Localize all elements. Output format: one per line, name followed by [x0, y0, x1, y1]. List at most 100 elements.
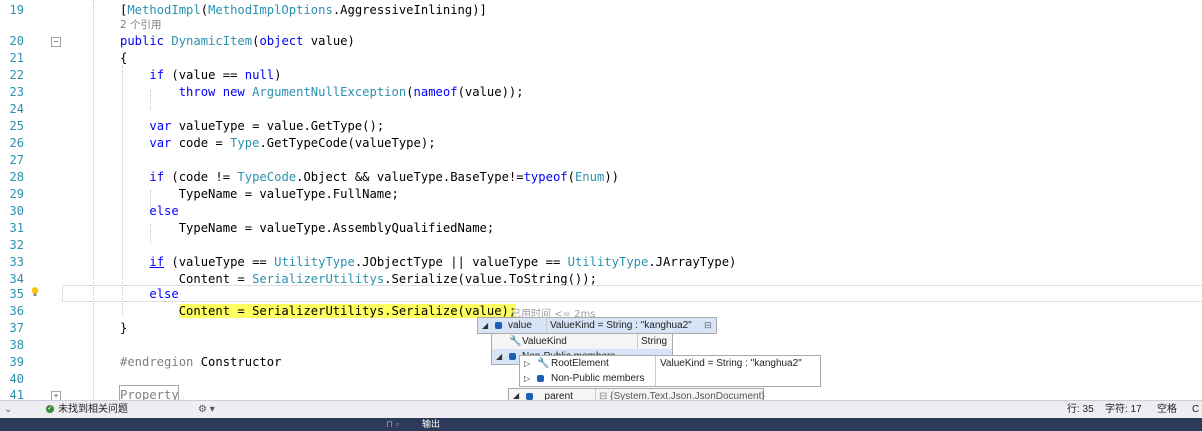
- code-line[interactable]: 20 − public DynamicItem(object value): [0, 33, 1202, 50]
- line-number: 24: [9, 102, 24, 116]
- code-text: if (value == null): [149, 68, 282, 82]
- code-editor[interactable]: 19 [MethodImpl(MethodImplOptions.Aggress…: [0, 0, 1202, 400]
- collapse-arrow-icon[interactable]: ◢: [482, 318, 488, 333]
- code-text: Content = SerializerUtilitys.Serialize(v…: [120, 303, 517, 320]
- datatip-value-text[interactable]: ⊟ {System.Text.Json.JsonDocument}: [599, 389, 765, 400]
- datatip-parent[interactable]: ◢ _parent ⊟ {System.Text.Json.JsonDocume…: [508, 388, 765, 400]
- datatip-name: Non-Public members: [551, 373, 645, 384]
- tool-window-tabs: ⊓ ▫ 输出: [0, 418, 1202, 431]
- codelens-references[interactable]: 2 个引用: [120, 19, 162, 32]
- char-indicator[interactable]: 字符: 17: [1105, 401, 1142, 418]
- code-line-current[interactable]: 35 else: [0, 286, 1202, 303]
- line-ending-indicator[interactable]: C: [1192, 401, 1199, 418]
- line-number: 28: [9, 170, 24, 184]
- issues-indicator[interactable]: ✓ 未找到相关问题: [46, 401, 128, 418]
- issues-text: 未找到相关问题: [58, 404, 128, 415]
- datatip-row-value[interactable]: ◢ value ValueKind = String : "kanghua2" …: [478, 318, 716, 333]
- property-icon: 🔧: [537, 358, 550, 369]
- codelens-line[interactable]: 2 个引用: [0, 19, 1202, 32]
- code-line[interactable]: 28 if (code != TypeCode.Object && valueT…: [0, 169, 1202, 186]
- line-indicator[interactable]: 行: 35: [1067, 401, 1094, 418]
- zoom-dropdown-icon[interactable]: ⌄: [4, 401, 12, 418]
- code-text: }: [120, 321, 128, 335]
- datatip-name: RootElement: [551, 358, 609, 369]
- expand-icon[interactable]: +: [51, 391, 61, 400]
- line-number: 37: [9, 321, 24, 335]
- whitespace-indicator[interactable]: 空格: [1157, 401, 1177, 418]
- line-number: 29: [9, 187, 24, 201]
- lightbulb-icon[interactable]: [31, 287, 39, 297]
- code-text: var code = Type.GetTypeCode(valueType);: [149, 136, 436, 150]
- line-number: 32: [9, 238, 24, 252]
- code-line[interactable]: 32: [0, 237, 1202, 254]
- code-line[interactable]: 33 if (valueType == UtilityType.JObjectT…: [0, 254, 1202, 271]
- field-icon: [495, 321, 502, 329]
- datatip-value-text[interactable]: ValueKind = String : "kanghua2": [550, 318, 692, 333]
- code-line[interactable]: 26 var code = Type.GetTypeCode(valueType…: [0, 135, 1202, 152]
- line-number: 26: [9, 136, 24, 150]
- line-number: 30: [9, 204, 24, 218]
- code-text: var valueType = value.GetType();: [149, 119, 385, 133]
- status-bar: ⌄ ✓ 未找到相关问题 ⚙ ▾ 行: 35 字符: 17 空格 C: [0, 400, 1202, 418]
- line-number: 20: [9, 34, 24, 48]
- current-statement-highlight: Content = SerializerUtilitys.Serialize(v…: [178, 304, 517, 318]
- code-text: if (code != TypeCode.Object && valueType…: [149, 170, 620, 184]
- code-line[interactable]: 30 else: [0, 203, 1202, 220]
- collapse-arrow-icon[interactable]: ◢: [513, 389, 519, 400]
- line-number: 25: [9, 119, 24, 133]
- line-number: 31: [9, 221, 24, 235]
- line-number: 27: [9, 153, 24, 167]
- datatip-value[interactable]: ◢ value ValueKind = String : "kanghua2" …: [477, 317, 717, 334]
- code-line[interactable]: 24: [0, 101, 1202, 118]
- line-number: 39: [9, 355, 24, 369]
- field-icon: [537, 374, 544, 382]
- collapse-icon[interactable]: −: [51, 37, 61, 47]
- datatip-nested[interactable]: ▷ 🔧 RootElement ValueKind = String : "ka…: [519, 355, 821, 387]
- datatip-row-parent[interactable]: ◢ _parent ⊟ {System.Text.Json.JsonDocume…: [509, 389, 765, 400]
- datatip-value-text[interactable]: String: [641, 334, 667, 349]
- code-text: public DynamicItem(object value): [120, 34, 355, 48]
- datatip-row-nonpublic-nested[interactable]: ▷ Non-Public members: [520, 371, 820, 386]
- line-number: 21: [9, 51, 24, 65]
- code-line[interactable]: 29 TypeName = valueType.FullName;: [0, 186, 1202, 203]
- collapse-arrow-icon[interactable]: ◢: [496, 349, 502, 364]
- line-number: 33: [9, 255, 24, 269]
- code-text: else: [149, 204, 179, 218]
- line-number: 22: [9, 68, 24, 82]
- datatip-name: ValueKind: [522, 336, 567, 347]
- code-text: TypeName = valueType.FullName;: [120, 187, 399, 201]
- code-line[interactable]: 19 [MethodImpl(MethodImplOptions.Aggress…: [0, 2, 1202, 19]
- pin-icon[interactable]: ⊟: [704, 318, 712, 333]
- code-line[interactable]: 25 var valueType = value.GetType();: [0, 118, 1202, 135]
- datatip-value-text[interactable]: ValueKind = String : "kanghua2": [660, 356, 802, 371]
- pin-icon[interactable]: ⊟: [599, 391, 607, 400]
- code-text: else: [149, 287, 179, 301]
- field-icon: [509, 352, 516, 360]
- code-text: [MethodImpl(MethodImplOptions.Aggressive…: [120, 3, 487, 17]
- code-text: {: [120, 51, 128, 65]
- code-cleanup-icon[interactable]: ⚙ ▾: [198, 401, 215, 418]
- field-icon: [526, 392, 533, 400]
- code-line[interactable]: 31 TypeName = valueType.AssemblyQualifie…: [0, 220, 1202, 237]
- datatip-name: value: [508, 320, 532, 331]
- tab-output[interactable]: 输出: [422, 418, 440, 431]
- code-text: throw new ArgumentNullException(nameof(v…: [178, 85, 524, 99]
- code-line[interactable]: 22 if (value == null): [0, 67, 1202, 84]
- code-text: #endregion Constructor: [120, 355, 282, 369]
- datatip-row-valuekind[interactable]: 🔧 ValueKind String: [492, 334, 672, 349]
- code-line[interactable]: 27: [0, 152, 1202, 169]
- expand-arrow-icon[interactable]: ▷: [524, 371, 530, 386]
- collapsed-region-box[interactable]: [119, 385, 179, 400]
- pin-icon[interactable]: ⊓ ▫: [386, 418, 399, 431]
- code-text: if (valueType == UtilityType.JObjectType…: [149, 255, 737, 269]
- code-line[interactable]: 23 throw new ArgumentNullException(nameo…: [0, 84, 1202, 101]
- datatip-parent-value: {System.Text.Json.JsonDocument}: [610, 391, 765, 400]
- expand-arrow-icon[interactable]: ▷: [524, 356, 530, 371]
- check-icon: ✓: [46, 405, 54, 414]
- code-line[interactable]: 21 {: [0, 50, 1202, 67]
- line-number: 35: [9, 287, 24, 301]
- datatip-row-rootelement[interactable]: ▷ 🔧 RootElement ValueKind = String : "ka…: [520, 356, 820, 371]
- line-number: 41: [9, 388, 24, 400]
- property-icon: 🔧: [509, 336, 522, 347]
- code-text: TypeName = valueType.AssemblyQualifiedNa…: [120, 221, 495, 235]
